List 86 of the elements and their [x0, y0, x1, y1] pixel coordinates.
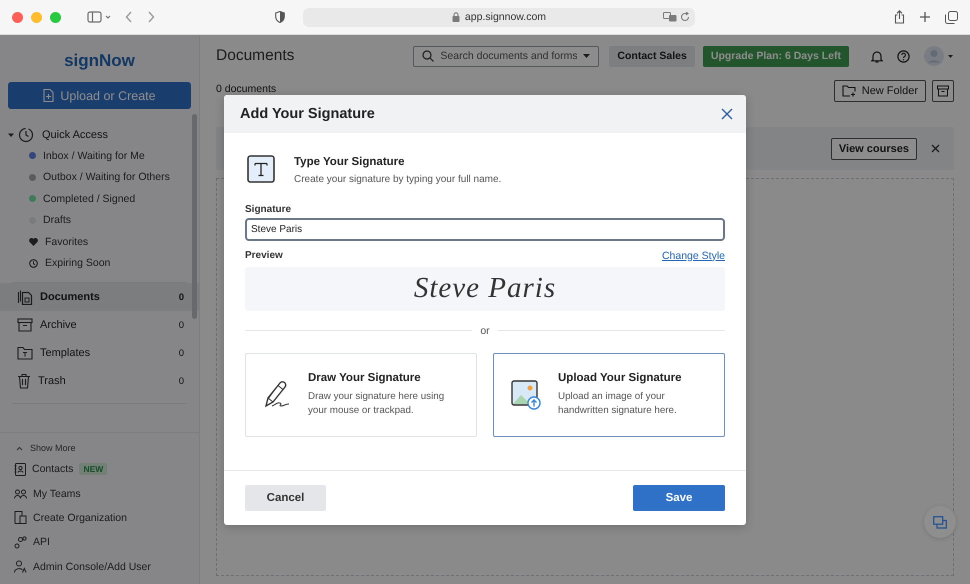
sidebar-item[interactable]: Favorites — [45, 236, 88, 248]
clock-icon — [29, 258, 38, 268]
folder-icon — [17, 346, 33, 360]
option-card[interactable]: Draw Your Signature Draw your signature here using your mouse or trackpad. — [245, 352, 477, 436]
nodes-icon — [14, 536, 27, 549]
contact-sales-button[interactable]: Contact Sales — [609, 46, 695, 66]
view-courses-button[interactable]: View courses — [830, 138, 917, 160]
close-window-icon[interactable] — [12, 12, 23, 22]
section-description: Create your signature by typing your full name. — [294, 174, 502, 184]
url-text: app.signnow.com — [464, 11, 546, 23]
bell-icon[interactable] — [871, 50, 883, 62]
option-title: Draw Your Signature — [308, 372, 422, 384]
team-icon — [14, 488, 27, 499]
share-icon[interactable] — [894, 10, 905, 24]
page-title: Documents — [216, 47, 296, 65]
option-title: Upload Your Signature — [558, 372, 683, 384]
archive-button[interactable] — [932, 80, 954, 102]
document-count: 0 documents — [216, 83, 278, 95]
translate-icon[interactable] — [663, 12, 677, 22]
cancel-button[interactable]: Cancel — [245, 484, 326, 510]
change-style-link[interactable]: Change Style — [662, 250, 725, 262]
new-folder-button[interactable]: New Folder — [834, 80, 926, 102]
sidebar-link[interactable]: Admin Console/Add User — [33, 560, 151, 573]
caret-icon[interactable] — [8, 132, 14, 138]
separator-text: or — [480, 324, 490, 336]
close-icon[interactable] — [721, 108, 733, 120]
search-icon — [422, 50, 434, 62]
logo: signNow — [63, 51, 136, 71]
sidebar-item[interactable]: Drafts — [43, 214, 72, 226]
chat-icon — [933, 516, 947, 528]
nav-item[interactable]: Templates 0 — [0, 339, 199, 367]
scrollbar[interactable] — [192, 114, 197, 319]
show-more-link[interactable]: Show More — [14, 439, 199, 457]
clock-icon — [18, 127, 34, 143]
search-field[interactable]: Search documents and forms — [413, 46, 600, 66]
contact-card-icon — [14, 462, 26, 476]
sidebar-link[interactable]: Contacts — [32, 463, 74, 476]
building-icon — [14, 511, 27, 524]
archive-icon — [17, 318, 33, 332]
sidebar-item[interactable]: Inbox / Waiting for Me — [43, 150, 145, 162]
shield-icon[interactable] — [275, 11, 285, 23]
upgrade-button[interactable]: Upgrade Plan: 6 Days Left — [702, 46, 849, 66]
section-heading: Type Your Signature — [294, 156, 406, 168]
preview-label: Preview — [245, 250, 283, 261]
search-input[interactable]: Search documents and forms — [440, 50, 578, 62]
nav-item[interactable]: Archive 0 — [0, 311, 199, 339]
new-tab-icon[interactable] — [919, 11, 931, 23]
reload-icon[interactable] — [680, 12, 690, 22]
heart-icon — [29, 238, 38, 246]
nav-item[interactable]: Trash 0 — [0, 367, 199, 395]
sidebar-toggle-icon[interactable] — [87, 11, 111, 23]
file-plus-icon — [43, 89, 54, 102]
address-bar[interactable]: app.signnow.com — [303, 8, 695, 26]
documents-icon — [17, 289, 33, 305]
save-button[interactable]: Save — [633, 484, 725, 510]
image-upload-icon — [511, 380, 541, 410]
forward-icon[interactable] — [147, 11, 155, 23]
sidebar-link[interactable]: Create Organization — [33, 512, 127, 524]
sidebar-link[interactable]: API — [33, 536, 50, 548]
user-icon — [14, 560, 27, 574]
tabs-overview-icon[interactable] — [945, 10, 958, 24]
trash-icon — [17, 373, 31, 389]
back-icon[interactable] — [125, 11, 133, 23]
chevron-up-icon — [16, 446, 23, 450]
folder-plus-icon — [842, 85, 856, 97]
signature-field[interactable]: Steve Paris — [245, 218, 725, 240]
signature-text: Steve Paris — [414, 272, 556, 305]
sidebar-item[interactable]: Outbox / Waiting for Others — [43, 171, 170, 184]
option-card[interactable]: Upload Your Signature Upload an image of your handwritten signature here. — [493, 352, 725, 436]
archive-icon — [937, 85, 949, 97]
close-icon[interactable] — [931, 144, 940, 153]
new-badge: NEW — [79, 463, 108, 476]
upload-button[interactable]: Upload or Create — [8, 82, 191, 109]
section-title[interactable]: Quick Access — [42, 129, 108, 141]
help-icon[interactable] — [897, 50, 910, 62]
text-tool-icon — [247, 154, 275, 182]
sidebar-item[interactable]: Completed / Signed — [43, 192, 136, 205]
nav-item[interactable]: Documents 0 — [0, 283, 199, 311]
dialog-title: Add Your Signature — [240, 106, 375, 122]
option-description: Draw your signature here using your mouse or trackpad. — [308, 390, 446, 417]
sidebar-item[interactable]: Expiring Soon — [45, 257, 110, 270]
lock-icon — [452, 12, 460, 22]
sidebar-link[interactable]: My Teams — [33, 488, 81, 500]
dropdown-caret-icon — [583, 54, 590, 58]
option-description: Upload an image of your handwritten signature here. — [558, 390, 678, 417]
field-label: Signature — [245, 204, 292, 214]
